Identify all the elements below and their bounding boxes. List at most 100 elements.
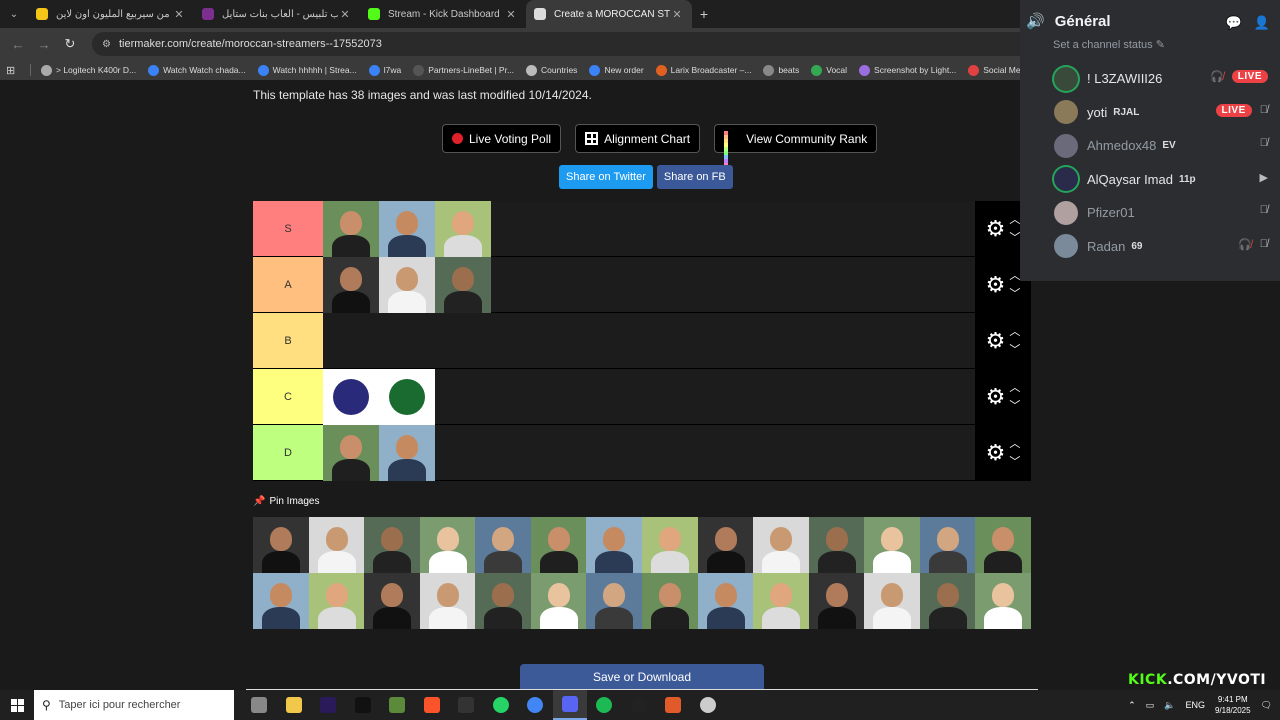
taskbar-app[interactable]: [518, 690, 553, 720]
browser-tab[interactable]: Create a MOROCCAN STREAMER✕: [526, 0, 692, 28]
streamer-image[interactable]: [435, 201, 491, 257]
voice-user[interactable]: ! L3ZAWIII26 🎧̸ LIVE: [1054, 62, 1274, 96]
taskbar-app[interactable]: [484, 690, 519, 720]
save-or-download-button[interactable]: Save or Download: [520, 664, 764, 690]
reload-icon[interactable]: ↻: [58, 32, 82, 56]
streamer-image[interactable]: [435, 257, 491, 313]
streamer-image[interactable]: [641, 573, 698, 629]
tier-items[interactable]: [323, 257, 975, 313]
taskbar-app[interactable]: [449, 690, 484, 720]
tab-search-icon[interactable]: ⌄: [0, 0, 28, 28]
taskbar-app[interactable]: [346, 690, 381, 720]
streamer-image[interactable]: [864, 517, 920, 573]
streamer-image[interactable]: [975, 517, 1031, 573]
new-tab-button[interactable]: +: [692, 6, 716, 22]
bookmark-item[interactable]: Watch Watch chada...: [148, 64, 246, 76]
voice-user[interactable]: Pfizer01 🎙̸: [1054, 196, 1274, 230]
taskbar-app[interactable]: [656, 690, 691, 720]
chevron-up-icon[interactable]: ︿: [1009, 211, 1020, 229]
chevron-down-icon[interactable]: ﹀: [1009, 453, 1020, 471]
tab-close-icon[interactable]: ✕: [504, 8, 518, 21]
bookmark-item[interactable]: Vocal: [811, 64, 847, 76]
gear-icon[interactable]: ⚙: [986, 329, 1006, 352]
taskbar-app[interactable]: [552, 690, 587, 720]
browser-tab[interactable]: لعبة من سيربيع المليون اون لاين ..✕: [28, 0, 194, 28]
back-icon[interactable]: ←: [6, 32, 30, 56]
clock[interactable]: 9:41 PM 9/18/2025: [1215, 694, 1251, 716]
streamer-image[interactable]: [379, 201, 435, 257]
voice-user[interactable]: yoti RJAL LIVE 🎙̸: [1054, 96, 1274, 130]
streamer-image[interactable]: [379, 425, 435, 481]
tab-close-icon[interactable]: ✕: [670, 8, 684, 21]
gear-icon[interactable]: ⚙: [986, 385, 1006, 408]
volume-icon[interactable]: 🔈: [1164, 700, 1175, 711]
bookmark-item[interactable]: Countries: [526, 64, 577, 76]
tier-label[interactable]: S: [253, 201, 323, 256]
chevron-down-icon[interactable]: ﹀: [1009, 229, 1020, 247]
network-icon[interactable]: ▭: [1146, 700, 1155, 711]
taskbar-app[interactable]: [242, 690, 277, 720]
alignment-chart-button[interactable]: Alignment Chart: [575, 124, 701, 153]
streamer-image[interactable]: [379, 257, 435, 313]
pin-images-heading[interactable]: 📌 Pin Images: [253, 496, 319, 507]
streamer-image[interactable]: [586, 573, 642, 629]
tray-chevron-icon[interactable]: ⌃: [1128, 700, 1136, 711]
tier-items[interactable]: [323, 201, 975, 257]
taskbar-app[interactable]: [277, 690, 312, 720]
streamer-image[interactable]: [753, 573, 809, 629]
streamer-image[interactable]: [975, 573, 1031, 629]
streamer-image[interactable]: [253, 573, 309, 629]
taskbar-app[interactable]: [415, 690, 450, 720]
streamer-image[interactable]: [808, 517, 865, 573]
chat-bubble-icon[interactable]: 💬: [1226, 15, 1242, 31]
streamer-image[interactable]: [419, 517, 476, 573]
voice-user[interactable]: AlQaysar Imad 11p ▶: [1054, 163, 1274, 197]
streamer-image[interactable]: [530, 517, 587, 573]
streamer-image[interactable]: [253, 517, 309, 573]
streamer-image[interactable]: [919, 573, 976, 629]
streamer-image[interactable]: [586, 517, 642, 573]
channel-status[interactable]: Set a channel status ✎: [1053, 38, 1165, 51]
tier-label[interactable]: D: [253, 425, 323, 480]
streamer-image[interactable]: [530, 573, 587, 629]
gear-icon[interactable]: ⚙: [986, 441, 1006, 464]
streamer-image[interactable]: [419, 573, 476, 629]
bookmark-item[interactable]: Screenshot by Light...: [859, 64, 956, 76]
browser-tab[interactable]: العاب تلبيس - العاب بنات ستايل✕: [194, 0, 360, 28]
streamer-image[interactable]: [864, 573, 920, 629]
voice-user[interactable]: Radan 69 🎧̸ 🎙̸: [1054, 230, 1274, 264]
streamer-image[interactable]: [808, 573, 865, 629]
tier-items[interactable]: [323, 313, 975, 368]
share-twitter-button[interactable]: Share on Twitter: [559, 165, 653, 189]
taskbar-app[interactable]: [311, 690, 346, 720]
streamer-image[interactable]: [308, 573, 365, 629]
bookmark-item[interactable]: Watch hhhhh | Strea...: [257, 64, 357, 76]
share-fb-button[interactable]: Share on FB: [656, 165, 733, 189]
streamer-image[interactable]: [323, 369, 379, 425]
chevron-down-icon[interactable]: ﹀: [1009, 341, 1020, 359]
chevron-up-icon[interactable]: ︿: [1009, 323, 1020, 341]
chevron-down-icon[interactable]: ﹀: [1009, 285, 1020, 303]
taskbar-app[interactable]: [380, 690, 415, 720]
tier-label[interactable]: A: [253, 257, 323, 312]
tier-label[interactable]: B: [253, 313, 323, 368]
taskbar-app[interactable]: [622, 690, 657, 720]
streamer-image[interactable]: [323, 257, 379, 313]
streamer-image[interactable]: [308, 517, 365, 573]
tab-close-icon[interactable]: ✕: [338, 8, 352, 21]
language-indicator[interactable]: ENG: [1185, 700, 1205, 710]
browser-tab[interactable]: Stream - Kick Dashboard ✕: [360, 0, 526, 28]
gear-icon[interactable]: ⚙: [986, 273, 1006, 296]
streamer-image[interactable]: [753, 517, 809, 573]
streamer-image[interactable]: [364, 573, 420, 629]
streamer-image[interactable]: [697, 573, 754, 629]
streamer-image[interactable]: [379, 369, 435, 425]
windows-start-icon[interactable]: [0, 698, 34, 712]
add-member-icon[interactable]: 👤: [1254, 15, 1270, 31]
streamer-image[interactable]: [919, 517, 976, 573]
tier-items[interactable]: [323, 369, 975, 425]
bookmark-item[interactable]: Larix Broadcaster –...: [655, 64, 751, 76]
site-info-icon[interactable]: ⚙: [102, 39, 111, 50]
bookmark-item[interactable]: beats: [763, 64, 799, 76]
bookmark-item[interactable]: > Logitech K400r D...: [41, 64, 136, 76]
